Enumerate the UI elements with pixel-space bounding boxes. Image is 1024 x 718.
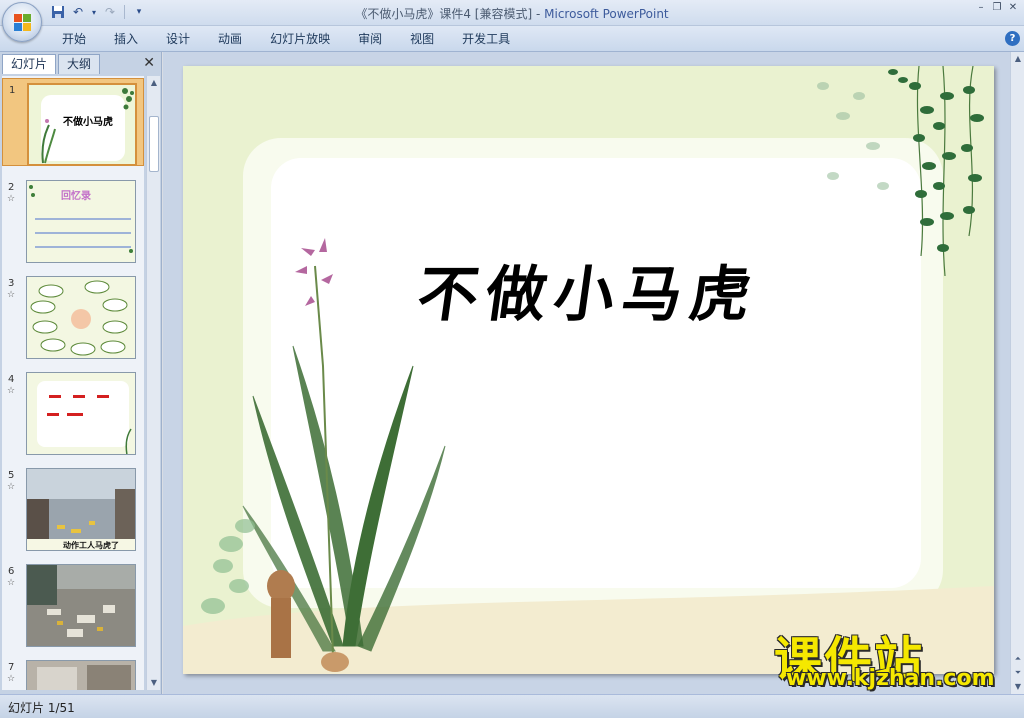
watermark-url: www.kjzhan.com	[786, 666, 995, 691]
tab-slideshow[interactable]: 幻灯片放映	[256, 26, 344, 52]
thumbnail-caption: 回忆录	[61, 191, 91, 202]
tab-home[interactable]: 开始	[48, 26, 100, 52]
thumbnail-slide-3[interactable]: 3 ☆	[2, 272, 144, 360]
slide-title[interactable]: 不做小马虎	[413, 246, 765, 333]
scroll-up-icon[interactable]: ▲	[1011, 52, 1024, 66]
thumbnail-caption: 动作工人马虎了	[63, 541, 119, 550]
panel-scrollbar[interactable]: ▲ ▼	[146, 76, 160, 690]
tab-review[interactable]: 审阅	[344, 26, 396, 52]
animation-star-icon: ☆	[7, 194, 16, 204]
scroll-down-icon[interactable]: ▼	[1011, 680, 1024, 694]
slide-thumbnail: 动作工人马虎了	[26, 468, 136, 551]
thumbnail-slide-7[interactable]: 7 ☆	[2, 656, 144, 690]
current-slide[interactable]: 不做小马虎	[183, 66, 994, 674]
help-icon[interactable]: ?	[1005, 31, 1020, 46]
tab-design[interactable]: 设计	[152, 26, 204, 52]
document-title: 《不做小马虎》课件4 [兼容模式] -	[355, 7, 545, 21]
tab-insert[interactable]: 插入	[100, 26, 152, 52]
office-button[interactable]	[2, 2, 42, 42]
ribbon-tabs-bar: 开始 插入 设计 动画 幻灯片放映 审阅 视图 开发工具 ?	[0, 26, 1024, 52]
tab-slides[interactable]: 幻灯片	[2, 54, 57, 74]
status-bar: 幻灯片 1/51	[0, 694, 1024, 718]
window-controls: – ❐ ✕	[974, 2, 1020, 14]
slide-thumbnail	[26, 276, 136, 359]
slide-number: 6	[8, 566, 15, 577]
next-slide-icon[interactable]: ⏷	[1011, 666, 1024, 680]
panel-tabs: 幻灯片 大纲	[2, 54, 102, 74]
slide-counter: 幻灯片 1/51	[8, 701, 75, 715]
animation-star-icon: ☆	[7, 674, 16, 684]
slide-number: 5	[8, 470, 15, 481]
thumbnail-slide-5[interactable]: 5 ☆ 动作工人马虎了	[2, 464, 144, 552]
slides-panel: 幻灯片 大纲 ✕ 1 不做小马虎 2 ☆ 回忆录 3 ☆ 4 ☆ 5 ☆ 动作工…	[0, 52, 162, 694]
thumbnail-slide-2[interactable]: 2 ☆ 回忆录	[2, 176, 144, 264]
tab-animations[interactable]: 动画	[204, 26, 256, 52]
window-title: 《不做小马虎》课件4 [兼容模式] - Microsoft PowerPoint	[0, 5, 1024, 22]
slide-number: 4	[8, 374, 15, 385]
tab-outline[interactable]: 大纲	[58, 54, 101, 74]
slide-background	[183, 66, 994, 674]
title-bar: ↶ ▾ ↷ ▾ 《不做小马虎》课件4 [兼容模式] - Microsoft Po…	[0, 0, 1024, 42]
ribbon-tabs: 开始 插入 设计 动画 幻灯片放映 审阅 视图 开发工具	[48, 26, 524, 52]
office-logo-icon	[14, 14, 32, 32]
slide-number: 1	[9, 85, 16, 96]
animation-star-icon: ☆	[7, 578, 16, 588]
slide-thumbnail	[26, 372, 136, 455]
animation-star-icon: ☆	[7, 290, 16, 300]
slide-scrollbar[interactable]: ▲ ⏶ ⏷ ▼	[1010, 52, 1024, 694]
animation-star-icon: ☆	[7, 482, 16, 492]
animation-star-icon: ☆	[7, 386, 16, 396]
thumbnail-list: 1 不做小马虎 2 ☆ 回忆录 3 ☆ 4 ☆ 5 ☆ 动作工人马虎了 6 ☆ …	[2, 76, 144, 690]
tab-view[interactable]: 视图	[396, 26, 448, 52]
slide-thumbnail: 回忆录	[26, 180, 136, 263]
close-icon[interactable]: ✕	[1006, 2, 1020, 14]
slide-number: 7	[8, 662, 15, 673]
slide-thumbnail	[26, 660, 136, 690]
minimize-icon[interactable]: –	[974, 2, 988, 14]
slide-number: 2	[8, 182, 15, 193]
panel-scroll-thumb[interactable]	[149, 116, 159, 172]
scroll-up-icon[interactable]: ▲	[147, 76, 161, 90]
slide-thumbnail: 不做小马虎	[27, 83, 137, 166]
thumbnail-caption: 不做小马虎	[63, 117, 113, 128]
tab-developer[interactable]: 开发工具	[448, 26, 524, 52]
thumbnail-slide-4[interactable]: 4 ☆	[2, 368, 144, 456]
close-panel-icon[interactable]: ✕	[143, 55, 155, 71]
previous-slide-icon[interactable]: ⏶	[1011, 652, 1024, 666]
slide-thumbnail	[26, 564, 136, 647]
thumbnail-slide-1[interactable]: 1 不做小马虎	[2, 78, 144, 166]
slide-number: 3	[8, 278, 15, 289]
restore-icon[interactable]: ❐	[990, 2, 1004, 14]
thumbnail-slide-6[interactable]: 6 ☆	[2, 560, 144, 648]
scroll-down-icon[interactable]: ▼	[147, 676, 161, 690]
app-name: Microsoft PowerPoint	[544, 7, 669, 21]
